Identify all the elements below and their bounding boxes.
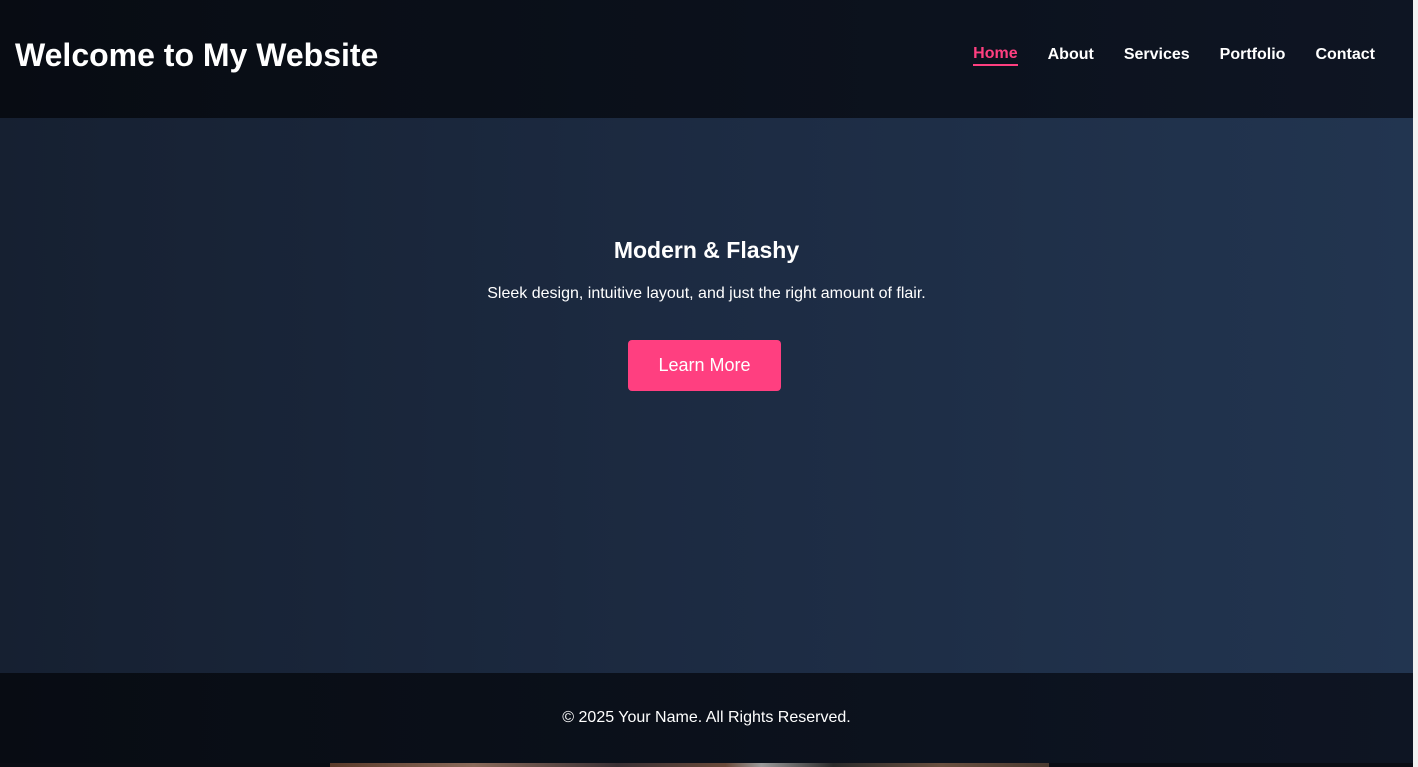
nav-link-services[interactable]: Services: [1124, 46, 1190, 65]
nav-link-portfolio[interactable]: Portfolio: [1220, 46, 1286, 65]
hero-section: Modern & Flashy Sleek design, intuitive …: [0, 118, 1413, 673]
learn-more-button[interactable]: Learn More: [628, 340, 781, 391]
nav-link-contact[interactable]: Contact: [1315, 46, 1375, 65]
hero-title: Modern & Flashy: [613, 237, 800, 263]
main-nav: Home About Services Portfolio Contact: [943, 45, 1375, 66]
partially-visible-image: [330, 763, 1049, 767]
site-header: Welcome to My Website Home About Service…: [0, 0, 1413, 118]
nav-link-home[interactable]: Home: [973, 45, 1018, 66]
page: Welcome to My Website Home About Service…: [0, 0, 1418, 767]
copyright-text: © 2025 Your Name. All Rights Reserved.: [562, 709, 851, 726]
site-title: Welcome to My Website: [15, 36, 379, 73]
nav-link-about[interactable]: About: [1048, 46, 1094, 65]
site-footer: © 2025 Your Name. All Rights Reserved.: [0, 673, 1413, 763]
scrollbar-track[interactable]: [1413, 0, 1418, 767]
hero-subtitle: Sleek design, intuitive layout, and just…: [487, 285, 926, 302]
